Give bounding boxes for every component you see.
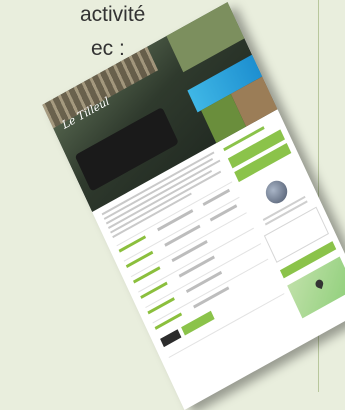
thumbnail-garden <box>166 1 245 73</box>
listing-preview: Le Tilleul <box>42 1 345 410</box>
listing-card: Le Tilleul <box>42 1 345 410</box>
host-avatar <box>262 176 291 208</box>
photo-thumbnails <box>166 1 278 144</box>
intro-line-1: activité <box>80 3 146 26</box>
intro-line-2: ec : <box>91 37 125 60</box>
map-pin-icon <box>314 278 325 289</box>
